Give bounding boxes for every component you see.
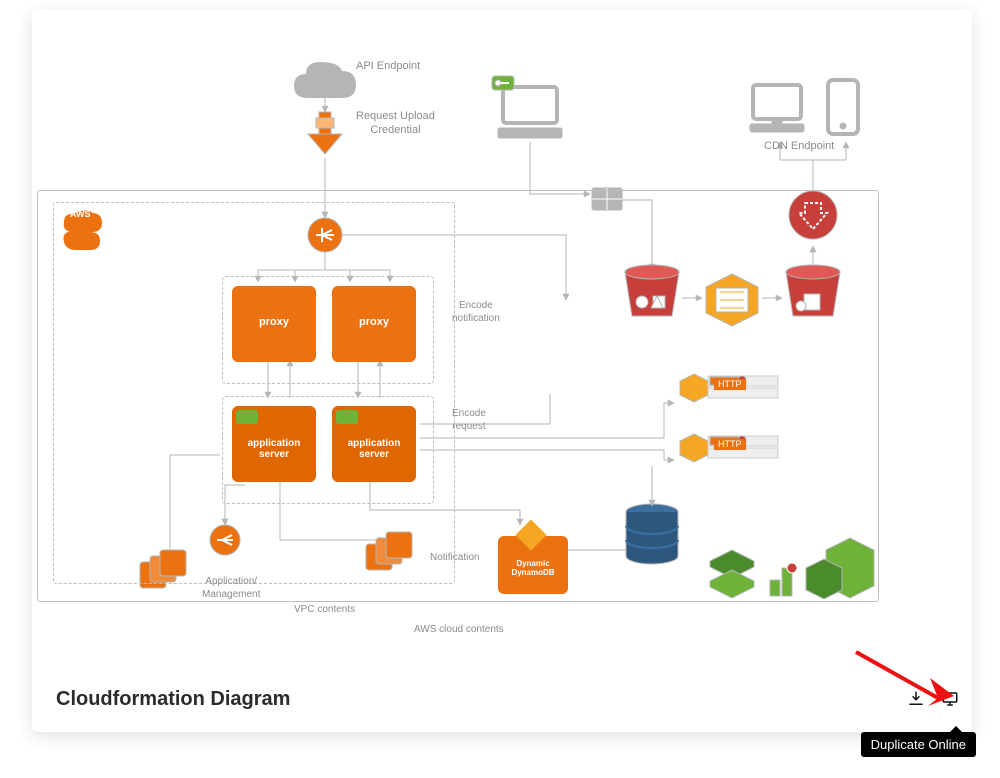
key-icon bbox=[336, 410, 358, 424]
tooltip-duplicate-online: Duplicate Online bbox=[861, 732, 976, 757]
label-cdn-endpoint: CDN Endpoint bbox=[764, 140, 834, 154]
label-encode-notification: Encode notification bbox=[452, 300, 500, 325]
label-request-upload: Request Upload Credential bbox=[356, 110, 435, 138]
label-encode-request: Encode request bbox=[452, 408, 486, 433]
node-app-2-label: application server bbox=[332, 438, 416, 460]
label-http-2: HTTP bbox=[714, 439, 746, 450]
label-http-1: HTTP bbox=[714, 379, 746, 390]
node-dynamo-label: Dynamic DynamoDB bbox=[498, 560, 568, 578]
label-aws-contents: AWS cloud contents bbox=[414, 624, 504, 637]
node-proxy-1-label: proxy bbox=[232, 316, 316, 328]
diagram-title: Cloudformation Diagram bbox=[56, 688, 290, 711]
node-proxy-2-label: proxy bbox=[332, 316, 416, 328]
aws-badge: AWS bbox=[62, 208, 104, 257]
vpc-region bbox=[53, 202, 455, 584]
node-app-1-label: application server bbox=[232, 438, 316, 460]
aws-badge-label: AWS bbox=[70, 210, 91, 220]
annotation-arrow-icon bbox=[852, 646, 962, 716]
label-notification: Notification bbox=[430, 552, 479, 565]
label-app-mgmt: Application/ Management bbox=[202, 576, 260, 601]
label-vpc-contents: VPC contents bbox=[294, 604, 355, 617]
key-icon bbox=[236, 410, 258, 424]
label-api-endpoint: API Endpoint bbox=[356, 60, 420, 74]
